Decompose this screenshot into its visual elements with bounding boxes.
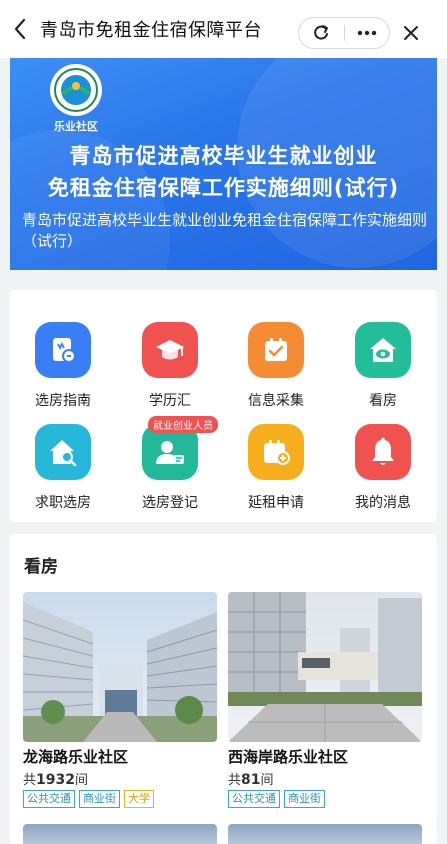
menu-label: 信息采集 [248,393,304,409]
housing-section: 看房 龙海路乐业社区 共1932间 公共交通 商业街 大学 西海岸路乐业社区 共… [10,534,437,844]
menu-label: 我的消息 [355,495,411,511]
close-icon[interactable] [393,17,429,49]
bell-icon [355,424,411,480]
house-eye-icon [355,322,411,378]
more-icon[interactable] [344,18,389,48]
housing-card-peek[interactable] [23,824,217,844]
tag: 商业街 [284,790,325,808]
count-prefix: 共 [228,773,242,788]
count-prefix: 共 [23,773,37,788]
housing-card[interactable]: 西海岸路乐业社区 共81间 公共交通 商业街 [228,592,422,808]
menu-item-education[interactable]: 学历汇 [117,322,223,422]
page-title: 青岛市免租金住宿保障平台 [40,20,262,41]
banner-subtitle: 青岛市促进高校毕业生就业创业免租金住宿保障工作实施细则（试行） [22,211,428,250]
tag-list: 公共交通 商业街 大学 [23,790,217,808]
calendar-add-icon [248,424,304,480]
menu-label: 选房指南 [35,393,91,409]
menu-label: 看房 [369,393,397,409]
tag: 公共交通 [23,790,75,808]
count-value: 1932 [36,772,75,788]
menu-item-messages[interactable]: 我的消息 [330,424,436,524]
calendar-check-icon [248,322,304,378]
housing-photo [228,592,422,742]
menu-label: 延租申请 [248,495,304,511]
tag: 大学 [124,790,154,808]
housing-card[interactable]: 龙海路乐业社区 共1932间 公共交通 商业街 大学 [23,592,217,808]
menu-item-guide[interactable]: 选房指南 [10,322,116,422]
section-title: 看房 [24,557,58,577]
menu-label: 求职选房 [35,495,91,511]
banner-headline: 免租金住宿保障工作实施细则(试行) [47,176,400,200]
count-suffix: 间 [74,773,88,788]
menu-item-job-housing[interactable]: 求职选房 [10,424,116,524]
back-arrow-icon[interactable] [0,0,40,58]
menu-label: 学历汇 [149,393,191,409]
menu-item-extend-lease[interactable]: 延租申请 [223,424,329,524]
room-count: 共1932间 [23,769,217,788]
graduation-cap-icon [142,322,198,378]
tag: 公共交通 [228,790,280,808]
tag-list: 公共交通 商业街 [228,790,422,808]
top-bar: 青岛市免租金住宿保障平台 [0,0,447,58]
community-logo-icon [50,64,102,116]
guide-icon [35,322,91,378]
house-search-icon [35,424,91,480]
function-menu: 选房指南 学历汇 信息采集 看房 求职选房 就业创业人员 选房登记 延租申请 我… [10,290,437,522]
logo-caption: 乐业社区 [54,120,98,133]
policy-banner[interactable]: 乐业社区 青岛市促进高校毕业生就业创业 免租金住宿保障工作实施细则(试行) 青岛… [10,58,437,270]
room-count: 共81间 [228,769,422,788]
housing-card-peek[interactable] [228,824,422,844]
menu-label: 选房登记 [142,495,198,511]
count-suffix: 间 [260,773,274,788]
banner-headline: 青岛市促进高校毕业生就业创业 [69,144,378,168]
refresh-icon[interactable] [299,18,344,48]
count-value: 81 [241,772,261,788]
menu-item-info-collection[interactable]: 信息采集 [223,322,329,422]
housing-name: 龙海路乐业社区 [23,748,129,766]
status-badge: 就业创业人员 [148,416,218,433]
housing-photo [23,592,217,742]
user-register-icon: 就业创业人员 [142,416,218,480]
tag: 商业街 [79,790,120,808]
mini-program-capsule [298,17,390,49]
housing-name: 西海岸路乐业社区 [228,748,349,766]
menu-item-register[interactable]: 就业创业人员 选房登记 [117,416,223,524]
menu-item-view-house[interactable]: 看房 [330,322,436,422]
